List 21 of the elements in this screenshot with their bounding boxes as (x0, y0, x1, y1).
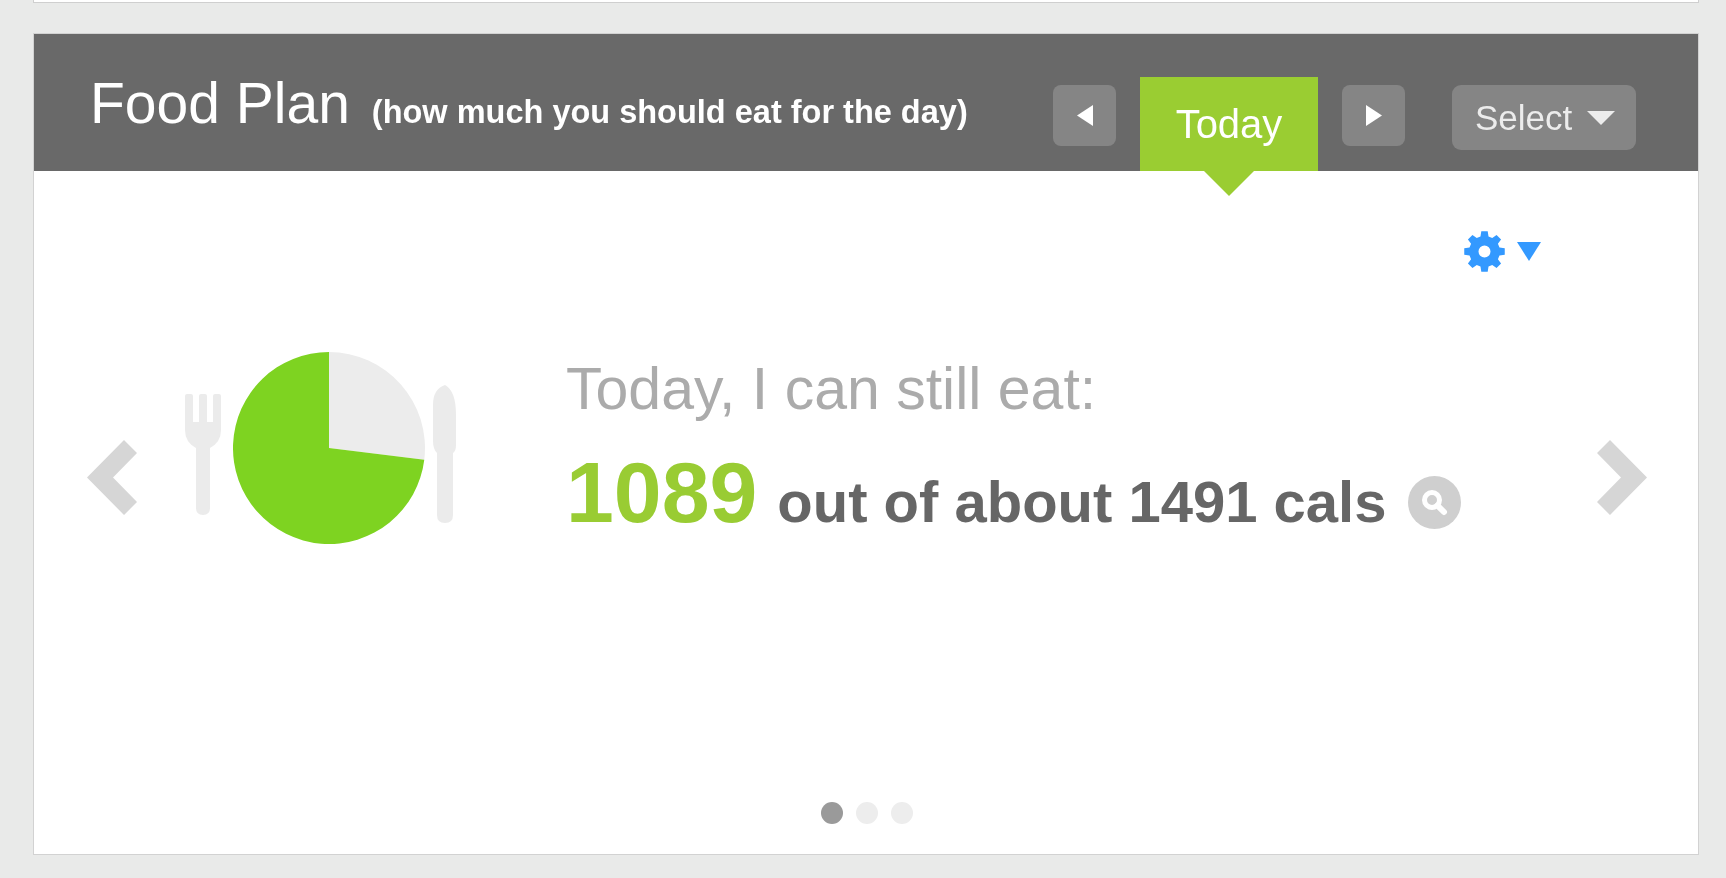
chevron-right-icon (1597, 440, 1648, 515)
next-day-button[interactable] (1342, 85, 1405, 146)
panel-title: Food Plan (90, 75, 350, 132)
caret-down-icon (1517, 242, 1541, 261)
select-dropdown[interactable]: Select (1452, 85, 1636, 150)
next-slide-button[interactable] (1597, 440, 1648, 515)
panel-subtitle: (how much you should eat for the day) (371, 96, 968, 129)
calorie-total: out of about 1491 cals (777, 473, 1387, 531)
remaining-calories: 1089 (566, 449, 758, 535)
previous-slide-button[interactable] (86, 440, 137, 515)
chevron-left-icon (86, 440, 137, 515)
day-tab[interactable]: Today (1140, 77, 1318, 196)
caret-left-icon (1076, 105, 1093, 126)
caret-right-icon (1365, 105, 1382, 126)
settings-dropdown-button[interactable] (1464, 231, 1541, 272)
search-icon[interactable] (1408, 476, 1462, 529)
remaining-prompt: Today, I can still eat: (566, 356, 1098, 423)
previous-day-button[interactable] (1053, 85, 1116, 146)
caret-down-icon (1587, 110, 1616, 125)
page-dot-icon[interactable] (821, 802, 843, 824)
settings-icon (1464, 231, 1505, 272)
